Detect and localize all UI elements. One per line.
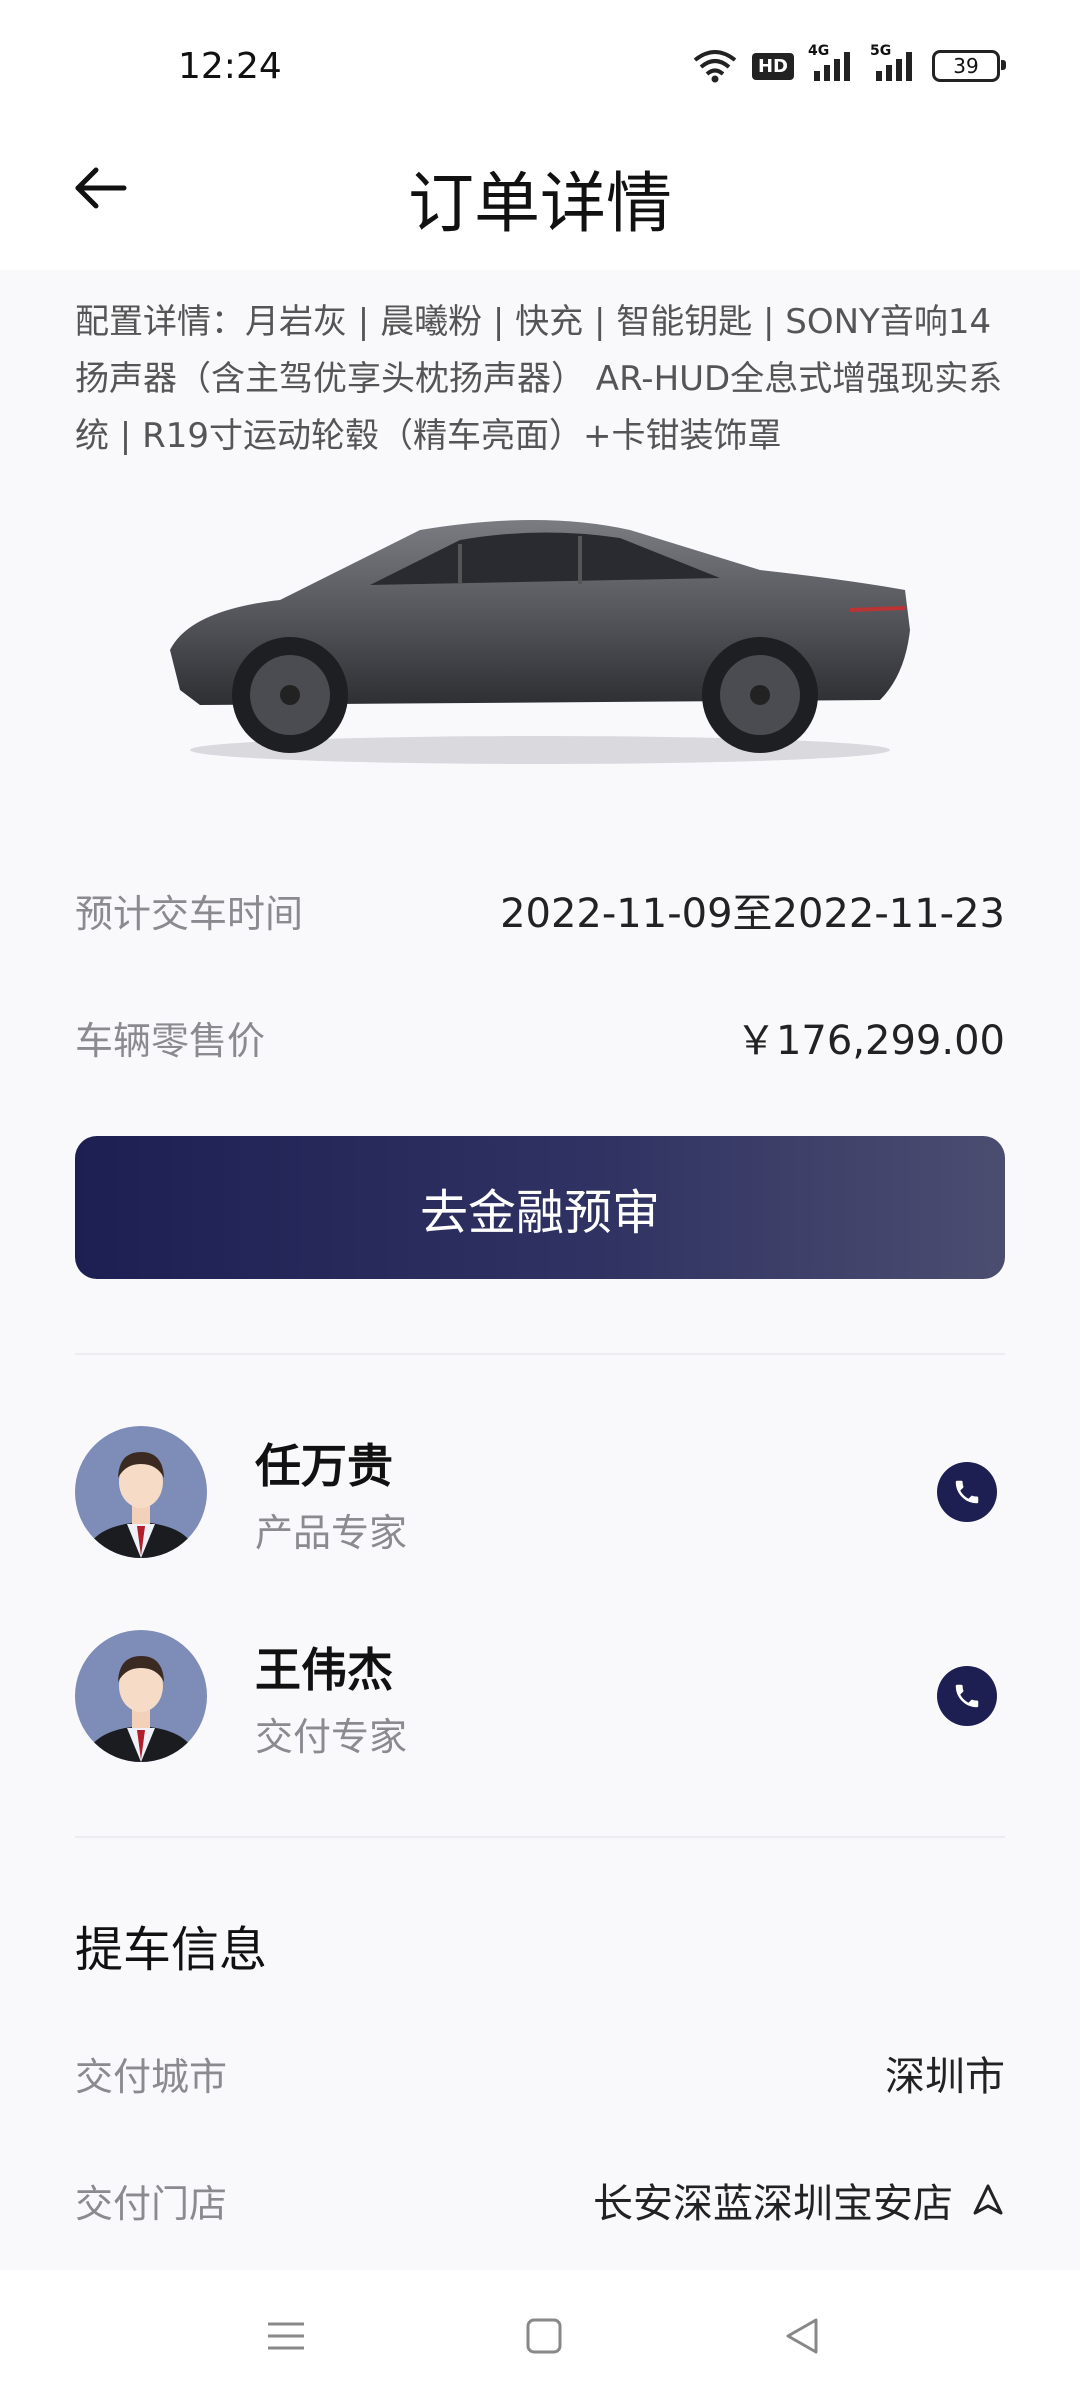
contact-name: 任万贵: [255, 1439, 393, 1493]
top-bar: 订单详情: [0, 130, 1080, 270]
wifi-icon: [692, 48, 738, 84]
call-button[interactable]: [937, 1666, 997, 1726]
phone-icon: [955, 1480, 979, 1504]
delivery-time-label: 预计交车时间: [75, 891, 304, 936]
price-row: 车辆零售价 ￥176,299.00: [75, 1007, 1005, 1067]
page-title: 订单详情: [408, 165, 672, 242]
delivery-store-value-wrap: 长安深蓝深圳宝安店: [593, 2171, 1005, 2229]
divider: [75, 1836, 1005, 1838]
back-triangle-icon: [786, 2318, 818, 2354]
system-nav-bar: [0, 2270, 1080, 2400]
phone-icon: [955, 1684, 979, 1708]
delivery-city-value: 深圳市: [885, 2054, 1005, 2100]
delivery-time-value: 2022-11-09至2022-11-23: [500, 891, 1005, 937]
contact-item: 任万贵 产品专家: [75, 1426, 1005, 1566]
menu-icon: [268, 2322, 304, 2350]
signal-4g-icon: 4G: [808, 43, 856, 83]
delivery-time-row: 预计交车时间 2022-11-09至2022-11-23: [75, 880, 1005, 940]
avatar: [75, 1426, 207, 1558]
delivery-store-row[interactable]: 交付门店 长安深蓝深圳宝安店: [75, 2170, 1005, 2230]
menu-nav-button[interactable]: [256, 2310, 316, 2362]
pickup-section-title: 提车信息: [75, 1922, 268, 1978]
config-details: 配置详情：月岩灰 | 晨曦粉 | 快充 | 智能钥匙 | SONY音响14扬声器…: [75, 302, 1003, 456]
status-time: 12:24: [178, 46, 282, 87]
contact-role: 产品专家: [255, 1511, 408, 1555]
delivery-city-label: 交付城市: [75, 2054, 228, 2099]
price-label: 车辆零售价: [75, 1018, 266, 1063]
contact-role: 交付专家: [255, 1715, 408, 1759]
car-image: [160, 500, 920, 770]
signal-5g-icon: 5G: [870, 43, 918, 83]
delivery-city-row: 交付城市 深圳市: [75, 2043, 1005, 2103]
battery-icon: 39: [932, 50, 1006, 82]
finance-precheck-button[interactable]: 去金融预审: [75, 1136, 1005, 1279]
call-button[interactable]: [937, 1462, 997, 1522]
home-nav-button[interactable]: [514, 2310, 574, 2362]
divider: [75, 1353, 1005, 1355]
hd-icon: HD: [751, 52, 794, 80]
navigation-icon[interactable]: [971, 2183, 1005, 2217]
status-icons: HD 4G 5G 39: [692, 43, 1006, 84]
delivery-store-value: 长安深蓝深圳宝安店: [593, 2181, 953, 2227]
price-value: ￥176,299.00: [735, 1018, 1005, 1064]
contact-name: 王伟杰: [255, 1643, 393, 1697]
contact-item: 王伟杰 交付专家: [75, 1630, 1005, 1770]
delivery-store-label: 交付门店: [75, 2181, 228, 2226]
home-square-icon: [526, 2318, 562, 2354]
avatar: [75, 1630, 207, 1762]
back-nav-button[interactable]: [772, 2310, 832, 2362]
status-bar: 12:24 HD 4G 5G 39: [0, 0, 1080, 130]
